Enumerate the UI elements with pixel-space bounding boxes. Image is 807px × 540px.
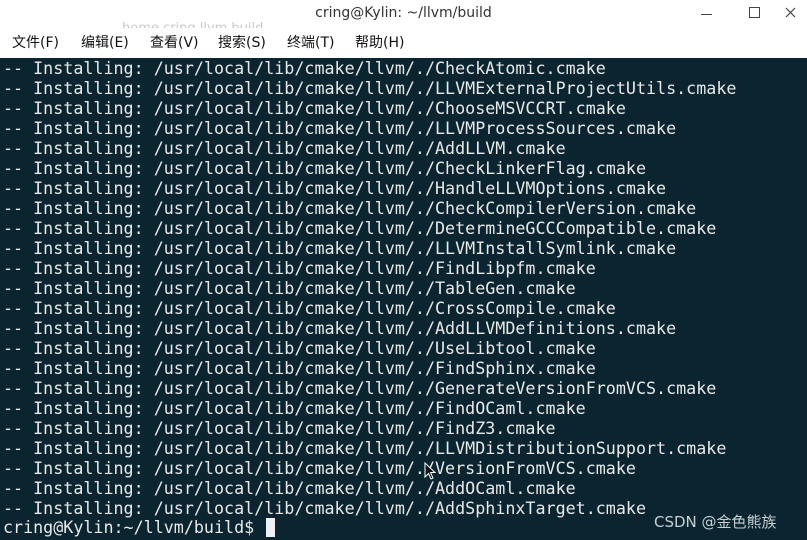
terminal-line: -- Installing: /usr/local/lib/cmake/llvm…	[3, 178, 667, 198]
text-cursor	[266, 517, 276, 537]
close-icon	[785, 7, 795, 17]
terminal-line: -- Installing: /usr/local/lib/cmake/llvm…	[3, 338, 596, 358]
menu-search[interactable]: 搜索(S)	[218, 34, 266, 52]
terminal-line: -- Installing: /usr/local/lib/cmake/llvm…	[3, 98, 626, 118]
terminal-line: -- Installing: /usr/local/lib/cmake/llvm…	[3, 138, 566, 158]
close-button[interactable]	[771, 0, 807, 24]
terminal-line: -- Installing: /usr/local/lib/cmake/llvm…	[3, 278, 576, 298]
terminal-line: -- Installing: /usr/local/lib/cmake/llvm…	[3, 118, 677, 138]
terminal-line: -- Installing: /usr/local/lib/cmake/llvm…	[3, 258, 596, 278]
prompt-row[interactable]: cring@Kylin:~/llvm/build$	[3, 517, 276, 537]
terminal-line: -- Installing: /usr/local/lib/cmake/llvm…	[3, 198, 697, 218]
minimize-icon	[700, 13, 712, 15]
menu-help[interactable]: 帮助(H)	[355, 34, 404, 52]
menu-bar: 文件(F) 编辑(E) 查看(V) 搜索(S) 终端(T) 帮助(H)	[0, 28, 807, 58]
mouse-pointer-icon	[424, 462, 436, 480]
terminal-line: -- Installing: /usr/local/lib/cmake/llvm…	[3, 478, 576, 498]
watermark: CSDN @金色熊族	[654, 513, 777, 531]
shell-prompt: cring@Kylin:~/llvm/build$	[3, 517, 265, 537]
terminal-line: -- Installing: /usr/local/lib/cmake/llvm…	[3, 378, 717, 398]
scrollbar[interactable]	[802, 58, 806, 540]
menu-view[interactable]: 查看(V)	[150, 34, 199, 52]
menu-file[interactable]: 文件(F)	[12, 34, 59, 52]
terminal-line: -- Installing: /usr/local/lib/cmake/llvm…	[3, 358, 596, 378]
terminal-line: -- Installing: /usr/local/lib/cmake/llvm…	[3, 318, 677, 338]
minimize-button[interactable]	[687, 0, 725, 24]
terminal-line: -- Installing: /usr/local/lib/cmake/llvm…	[3, 238, 677, 258]
terminal-area[interactable]: -- Installing: /usr/local/lib/cmake/llvm…	[0, 58, 807, 540]
terminal-line: -- Installing: /usr/local/lib/cmake/llvm…	[3, 158, 646, 178]
maximize-icon	[748, 6, 760, 18]
terminal-line: -- Installing: /usr/local/lib/cmake/llvm…	[3, 438, 727, 458]
menu-edit[interactable]: 编辑(E)	[81, 34, 129, 52]
terminal-line: -- Installing: /usr/local/lib/cmake/llvm…	[3, 398, 586, 418]
terminal-line: -- Installing: /usr/local/lib/cmake/llvm…	[3, 58, 606, 78]
maximize-button[interactable]	[735, 0, 773, 24]
terminal-line: -- Installing: /usr/local/lib/cmake/llvm…	[3, 218, 717, 238]
terminal-line: -- Installing: /usr/local/lib/cmake/llvm…	[3, 298, 616, 318]
menu-terminal[interactable]: 终端(T)	[287, 34, 334, 52]
title-bar[interactable]: home cring llvm build cring@Kylin: ~/llv…	[0, 0, 807, 36]
terminal-line: -- Installing: /usr/local/lib/cmake/llvm…	[3, 78, 737, 98]
terminal-window: home cring llvm build cring@Kylin: ~/llv…	[0, 0, 807, 540]
window-title: cring@Kylin: ~/llvm/build	[315, 5, 492, 21]
terminal-line: -- Installing: /usr/local/lib/cmake/llvm…	[3, 498, 646, 518]
terminal-output: -- Installing: /usr/local/lib/cmake/llvm…	[3, 58, 736, 518]
terminal-line: -- Installing: /usr/local/lib/cmake/llvm…	[3, 418, 556, 438]
terminal-line: -- Installing: /usr/local/lib/cmake/llvm…	[3, 458, 636, 478]
